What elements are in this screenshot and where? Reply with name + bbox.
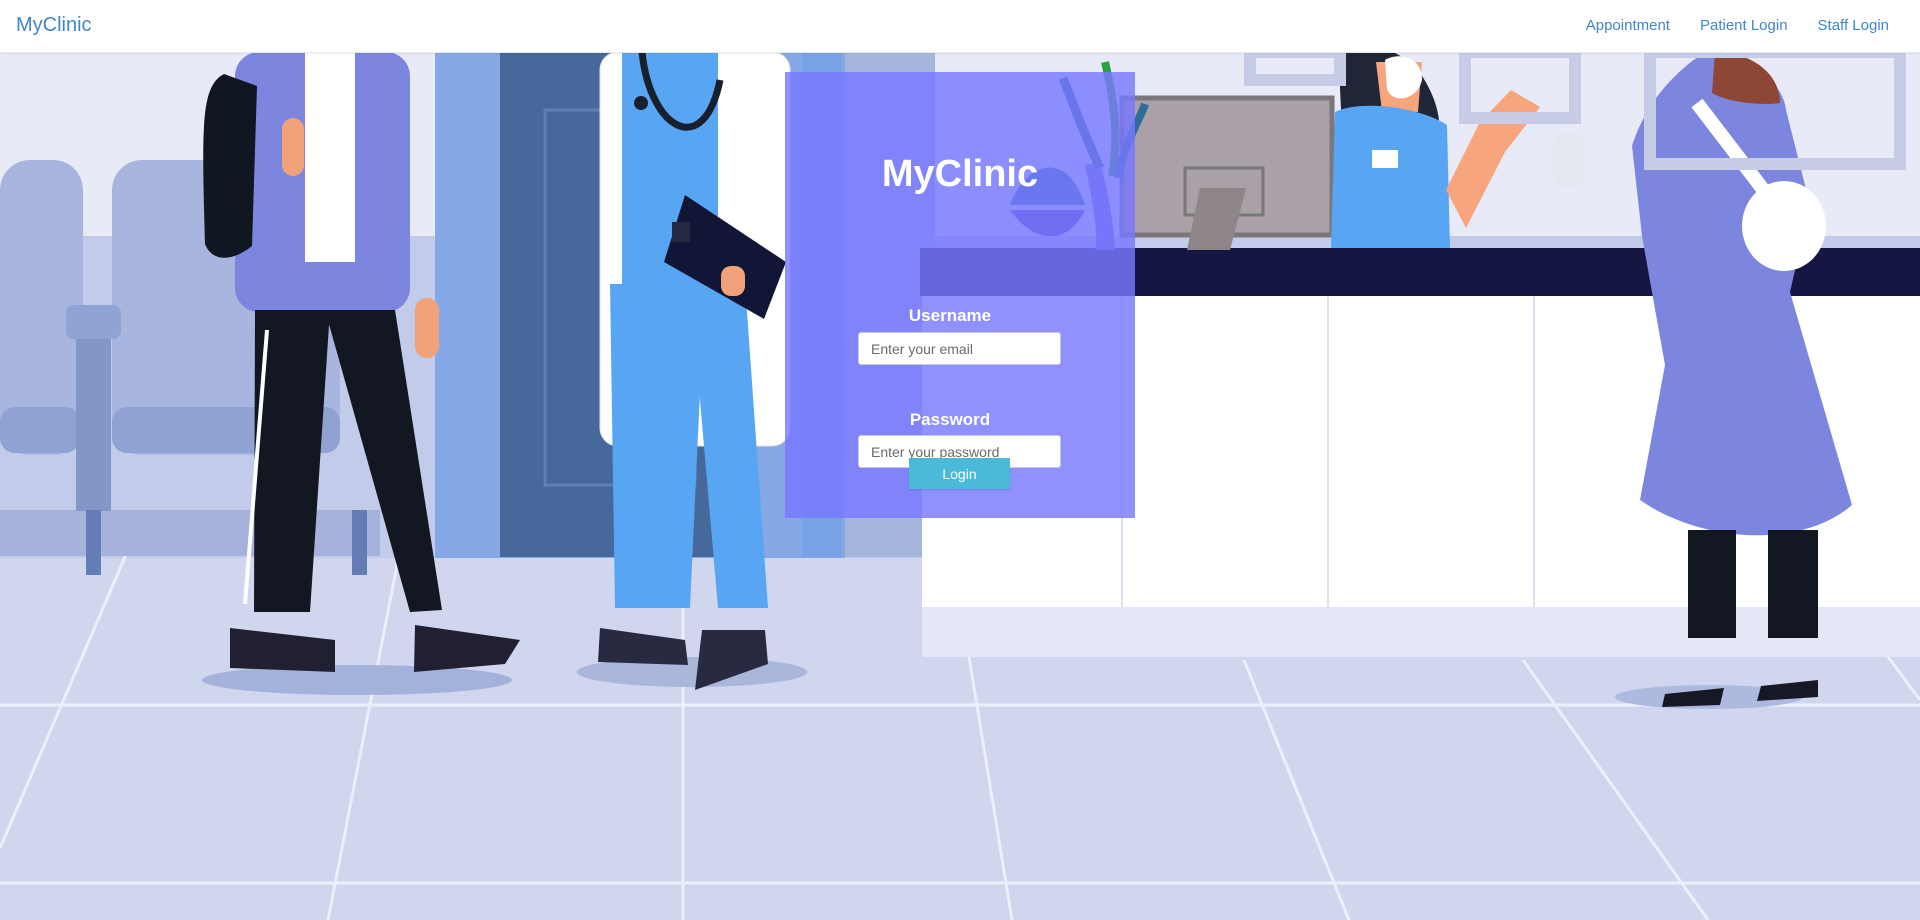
nav-staff-login-link[interactable]: Staff Login: [1818, 16, 1889, 36]
nav-patient-login-link[interactable]: Patient Login: [1700, 16, 1788, 36]
password-label: Password: [909, 410, 991, 429]
login-button[interactable]: Login: [909, 458, 1010, 489]
username-label: Username: [908, 306, 992, 325]
login-panel: MyClinic Username Password Login: [785, 72, 1135, 518]
reception-monitor: [1119, 95, 1335, 250]
nav-links: Appointment Patient Login Staff Login: [1586, 16, 1889, 36]
brand-link[interactable]: MyClinic: [16, 13, 92, 37]
username-email-input[interactable]: [858, 332, 1061, 365]
nav-appointment-link[interactable]: Appointment: [1586, 16, 1670, 36]
login-title: MyClinic: [881, 153, 1039, 195]
top-navbar: MyClinic Appointment Patient Login Staff…: [0, 0, 1920, 53]
